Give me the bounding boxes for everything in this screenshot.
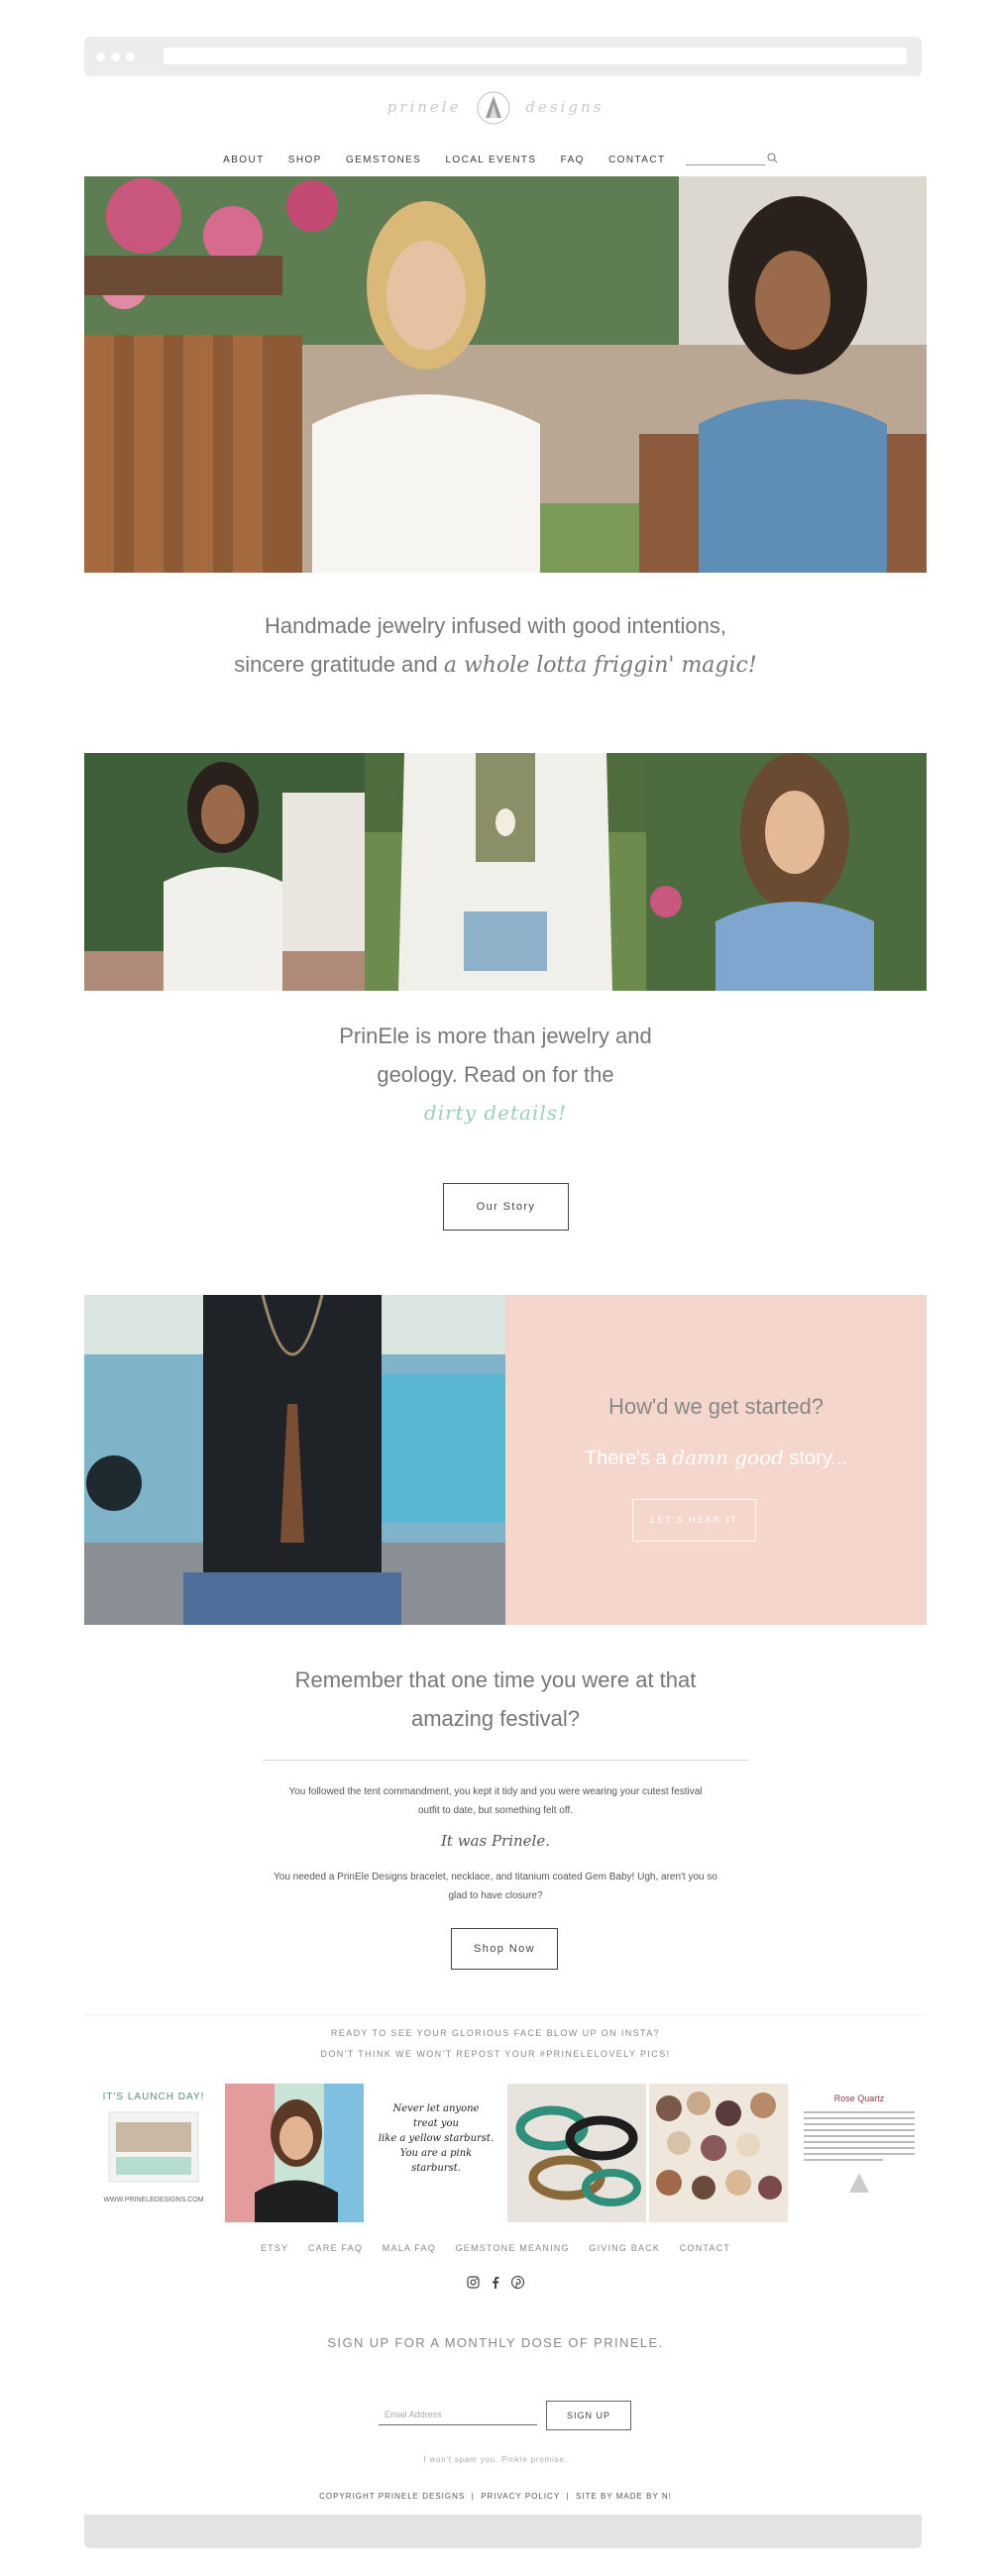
site-logo[interactable]: prinele designs	[0, 87, 991, 127]
story-line-plain-1: There's a	[584, 1448, 673, 1469]
intro-text: Handmade jewelry infused with good inten…	[0, 606, 991, 685]
hero-photo	[84, 176, 927, 573]
story-line-plain-2: story...	[783, 1448, 848, 1469]
model-photo-1	[84, 753, 365, 991]
footer-link-contact[interactable]: CONTACT	[680, 2243, 730, 2253]
festival-para2-line2: glad to have closure?	[448, 1890, 543, 1901]
insta-thumb-beads[interactable]	[649, 2084, 788, 2222]
sign-up-button[interactable]: SIGN UP	[546, 2401, 631, 2430]
started-story-line: There's a damn good story...	[505, 1446, 927, 1470]
newsletter-heading: SIGN UP FOR A MONTHLY DOSE OF PRINELE.	[327, 2335, 664, 2350]
divider	[263, 1760, 748, 1761]
insta-thumb-quote[interactable]: Never let anyone treat you like a yellow…	[367, 2084, 505, 2222]
story-line-italic: damn good	[672, 1446, 784, 1469]
nav-item-faq[interactable]: FAQ	[561, 155, 585, 165]
window-dot-icon	[126, 53, 135, 61]
story-line-2: geology. Read on for the	[377, 1062, 614, 1087]
pinterest-icon[interactable]	[511, 2275, 525, 2294]
festival-para1-line1: You followed the tent commandment, you k…	[288, 1786, 703, 1797]
separator: |	[471, 2492, 475, 2501]
rose-quartz-text-block	[804, 2111, 915, 2193]
footer-divider	[84, 2014, 927, 2015]
privacy-policy-link[interactable]: PRIVACY POLICY	[481, 2492, 560, 2501]
festival-heading-line-1: Remember that one time you were at that	[294, 1667, 697, 1692]
nav-item-shop[interactable]: SHOP	[288, 155, 322, 165]
footer-link-gemstone-meaning[interactable]: GEMSTONE MEANING	[456, 2243, 570, 2253]
insta-thumb-rose-quartz[interactable]: Rose Quartz	[790, 2084, 929, 2222]
festival-para1-line2: outfit to date, but something felt off.	[417, 1805, 574, 1816]
story-line-1: PrinEle is more than jewelry and	[339, 1023, 652, 1048]
footer-link-etsy[interactable]: ETSY	[261, 2243, 288, 2253]
rose-quartz-title: Rose Quartz	[833, 2093, 885, 2103]
festival-paragraph-1: You followed the tent commandment, you k…	[0, 1782, 991, 1820]
insta-thumb-portrait[interactable]	[225, 2084, 364, 2222]
window-dot-icon	[96, 53, 105, 61]
our-story-button[interactable]: Our Story	[443, 1183, 569, 1231]
no-spam-note: I won't spam you. Pinkie promise.	[423, 2455, 568, 2464]
launch-screen-image	[108, 2111, 199, 2183]
nav-item-gemstones[interactable]: GEMSTONES	[346, 155, 421, 165]
shop-now-button[interactable]: Shop Now	[451, 1928, 558, 1970]
necklace-photo	[84, 1295, 505, 1625]
copyright-text: COPYRIGHT PRINELE DESIGNS	[319, 2492, 466, 2501]
nav-item-contact[interactable]: CONTACT	[608, 155, 665, 165]
address-bar[interactable]	[164, 48, 907, 64]
intro-line-2: sincere gratitude and a whole lotta frig…	[0, 645, 991, 685]
browser-toolbar	[84, 37, 922, 76]
window-dot-icon	[111, 53, 120, 61]
footer-links: ETSY CARE FAQ MALA FAQ GEMSTONE MEANING …	[0, 2243, 991, 2253]
browser-bottom-bar	[84, 2515, 922, 2548]
festival-para2-line1: You needed a PrinEle Designs bracelet, n…	[274, 1872, 717, 1882]
intro-line-1: Handmade jewelry infused with good inten…	[265, 613, 726, 638]
quote-line-1: Never let anyone	[392, 2103, 480, 2114]
insta-thumb-launch[interactable]: IT'S LAUNCH DAY! WWW.PRINELEDESIGNS.COM	[84, 2084, 223, 2222]
copyright-bar: COPYRIGHT PRINELE DESIGNS | PRIVACY POLI…	[0, 2492, 991, 2501]
launch-day-title: IT'S LAUNCH DAY!	[102, 2092, 205, 2102]
instagram-icon[interactable]	[466, 2276, 480, 2294]
search-input[interactable]	[685, 154, 765, 165]
insta-line-1: READY TO SEE YOUR GLORIOUS FACE BLOW UP …	[330, 2028, 661, 2038]
insta-line-2: DON'T THINK WE WON'T REPOST YOUR #PRINEL…	[320, 2049, 671, 2059]
footer-link-giving-back[interactable]: GIVING BACK	[589, 2243, 660, 2253]
festival-heading-line-2: amazing festival?	[411, 1706, 580, 1731]
story-cta-panel: How'd we get started? There's a damn goo…	[505, 1295, 927, 1625]
model-photo-3	[646, 753, 927, 991]
story-tagline: PrinEle is more than jewelry and geology…	[0, 1017, 991, 1132]
logo-mark-icon	[477, 91, 510, 125]
festival-heading: Remember that one time you were at that …	[0, 1661, 991, 1738]
launch-url: WWW.PRINELEDESIGNS.COM	[103, 2197, 204, 2203]
logo-text-right: designs	[525, 98, 605, 116]
started-question: How'd we get started?	[608, 1394, 824, 1419]
search-icon[interactable]	[767, 153, 778, 163]
nav-item-local-events[interactable]: LOCAL EVENTS	[445, 155, 536, 165]
footer-link-care-faq[interactable]: CARE FAQ	[308, 2243, 363, 2253]
model-photo-2	[365, 753, 646, 991]
facebook-icon[interactable]	[492, 2276, 499, 2294]
site-credit-link[interactable]: SITE BY MADE BY N!	[576, 2492, 672, 2501]
footer-link-mala-faq[interactable]: MALA FAQ	[383, 2243, 436, 2253]
insta-thumb-bracelets[interactable]	[507, 2084, 646, 2222]
quote-line-4: You are a pink	[399, 2148, 473, 2159]
intro-magic-script: a whole lotta friggin' magic!	[443, 653, 757, 678]
main-nav: ABOUT SHOP GEMSTONES LOCAL EVENTS FAQ CO…	[0, 153, 991, 165]
it-was-prinele-script: It was Prinele.	[440, 1832, 550, 1850]
social-links	[0, 2275, 991, 2294]
quote-line-5: starburst.	[411, 2163, 461, 2174]
festival-paragraph-2: You needed a PrinEle Designs bracelet, n…	[0, 1868, 991, 1905]
quote-line-2: treat you	[413, 2118, 459, 2129]
dirty-details-script: dirty details!	[423, 1101, 568, 1125]
nav-item-about[interactable]: ABOUT	[223, 155, 264, 165]
intro-line-2-plain: sincere gratitude and	[234, 652, 444, 677]
lets-hear-it-button[interactable]: LET'S HEAR IT	[632, 1499, 756, 1542]
quote-line-3: like a yellow starburst.	[378, 2133, 495, 2144]
logo-text-left: prinele	[386, 98, 462, 116]
separator: |	[566, 2492, 570, 2501]
email-field[interactable]	[379, 2404, 537, 2425]
